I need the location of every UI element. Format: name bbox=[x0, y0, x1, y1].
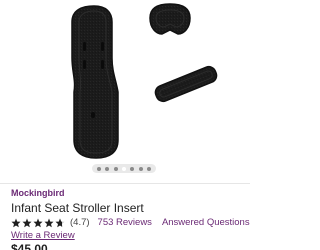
brand-link[interactable]: Mockingbird bbox=[11, 188, 65, 198]
rating-value: (4.7) bbox=[70, 217, 90, 228]
carousel-dot[interactable] bbox=[146, 166, 151, 171]
carousel-dot[interactable] bbox=[113, 166, 118, 171]
reviews-link[interactable]: 753 Reviews bbox=[98, 217, 152, 228]
star-icon bbox=[33, 218, 43, 227]
product-title: Infant Seat Stroller Insert bbox=[11, 201, 144, 215]
carousel-dot[interactable] bbox=[130, 166, 135, 171]
star-rating[interactable] bbox=[11, 218, 66, 228]
star-icon bbox=[44, 218, 54, 227]
star-icon bbox=[55, 218, 65, 227]
carousel-dot[interactable] bbox=[138, 166, 143, 171]
product-price: $45.00 bbox=[11, 242, 48, 250]
seat-insert-illustration bbox=[71, 5, 119, 159]
image-carousel-dots[interactable] bbox=[92, 164, 156, 173]
carousel-dot[interactable] bbox=[97, 166, 101, 171]
product-gallery[interactable] bbox=[0, 0, 250, 185]
star-icon bbox=[22, 218, 32, 227]
product-image[interactable] bbox=[0, 0, 250, 160]
carousel-dot-active[interactable] bbox=[121, 166, 126, 171]
write-review-link[interactable]: Write a Review bbox=[11, 230, 75, 241]
star-icon bbox=[11, 218, 21, 227]
rating-row: (4.7) 753 Reviews Answered Questions bbox=[11, 216, 250, 229]
answered-questions-link[interactable]: Answered Questions bbox=[162, 217, 250, 228]
head-support-illustration bbox=[149, 3, 191, 35]
carousel-dot[interactable] bbox=[105, 166, 110, 171]
strap-pad-illustration bbox=[154, 65, 218, 103]
divider bbox=[0, 183, 250, 184]
